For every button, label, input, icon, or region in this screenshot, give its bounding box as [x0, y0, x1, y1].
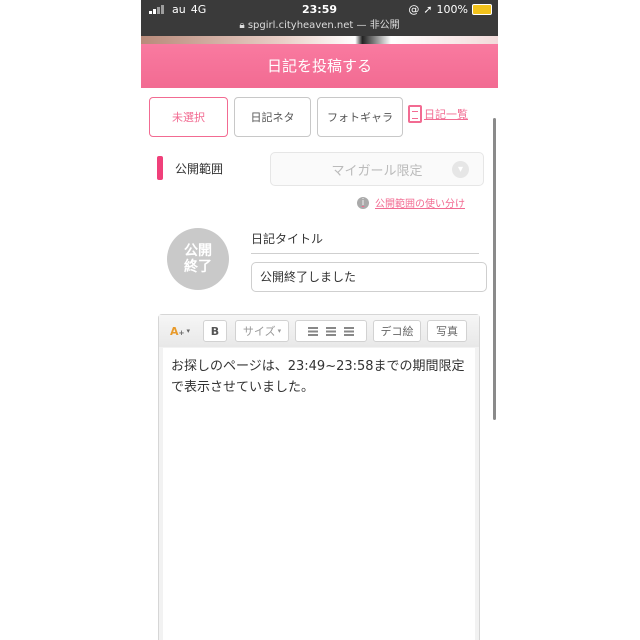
scope-selected-value: マイガール限定	[331, 163, 423, 179]
text-color-icon: A+	[170, 324, 185, 338]
url-separator: —	[356, 20, 367, 31]
editor-toolbar: A+ ▾ B サイズ ▾ デコ絵 写真	[159, 315, 479, 347]
url-bar[interactable]: 🔒︎ spgirl.cityheaven.net — 非公開	[141, 20, 498, 36]
scrollbar[interactable]	[493, 118, 496, 420]
align-buttons[interactable]	[295, 320, 367, 342]
diary-title-label: 日記タイトル	[251, 230, 479, 254]
lock-icon: 🔒︎	[239, 20, 245, 31]
page-title: 日記を投稿する	[141, 44, 498, 88]
scope-label: 公開範囲	[175, 162, 224, 176]
scope-help-label: 公開範囲の使い分け	[375, 199, 465, 210]
phone-screen: au 4G 23:59 @ ➚ 100% 🔒︎ spgirl.cityheave…	[141, 0, 498, 640]
status-bar: au 4G 23:59 @ ➚ 100%	[141, 0, 498, 20]
bold-button[interactable]: B	[203, 320, 227, 342]
alarm-icon: @	[408, 3, 420, 16]
tab-diary-topic[interactable]: 日記ネタ	[234, 97, 311, 137]
caret-down-icon: ▾	[186, 327, 190, 335]
top-banner-image[interactable]	[141, 36, 498, 44]
chevron-down-icon: ▾	[452, 161, 469, 178]
text-color-button[interactable]: A+ ▾	[163, 320, 197, 342]
align-center-icon[interactable]	[326, 326, 336, 336]
tab-unselected[interactable]: 未選択	[149, 97, 228, 137]
diary-list-link[interactable]: 日記一覧	[408, 105, 468, 123]
battery-icon	[472, 4, 492, 15]
deco-emoji-button[interactable]: デコ絵	[373, 320, 421, 342]
diary-title-input[interactable]: 公開終了しました	[251, 262, 487, 292]
diary-list-label: 日記一覧	[424, 108, 468, 121]
closed-badge-line1: 公開	[184, 243, 212, 259]
url-privacy: 非公開	[369, 20, 400, 31]
url-domain: spgirl.cityheaven.net	[247, 20, 354, 31]
scope-select[interactable]: マイガール限定 ▾	[270, 152, 484, 186]
section-marker	[157, 156, 163, 180]
align-right-icon[interactable]	[344, 326, 354, 336]
tab-photo-gallery[interactable]: フォトギャラ	[317, 97, 403, 137]
info-icon: i	[357, 196, 369, 209]
font-size-label: サイズ	[242, 325, 276, 338]
diary-body-textarea[interactable]: お探しのページは、23:49~23:58までの期間限定で表示させていました。	[163, 348, 475, 640]
photo-button[interactable]: 写真	[427, 320, 467, 342]
closed-badge-line2: 終了	[184, 259, 212, 275]
font-size-button[interactable]: サイズ ▾	[235, 320, 289, 342]
scope-help-link[interactable]: i 公開範囲の使い分け	[357, 195, 465, 210]
diary-type-tabs: 未選択 日記ネタ フォトギャラ	[149, 97, 403, 137]
diary-editor: A+ ▾ B サイズ ▾ デコ絵 写真 お探しのページは、23:49~23:58…	[158, 314, 480, 640]
document-icon	[408, 105, 422, 123]
location-icon: ➚	[423, 3, 433, 16]
align-left-icon[interactable]	[308, 326, 318, 336]
caret-down-icon: ▾	[277, 327, 282, 335]
closed-badge: 公開 終了	[167, 228, 229, 290]
battery-percent: 100%	[436, 3, 468, 16]
